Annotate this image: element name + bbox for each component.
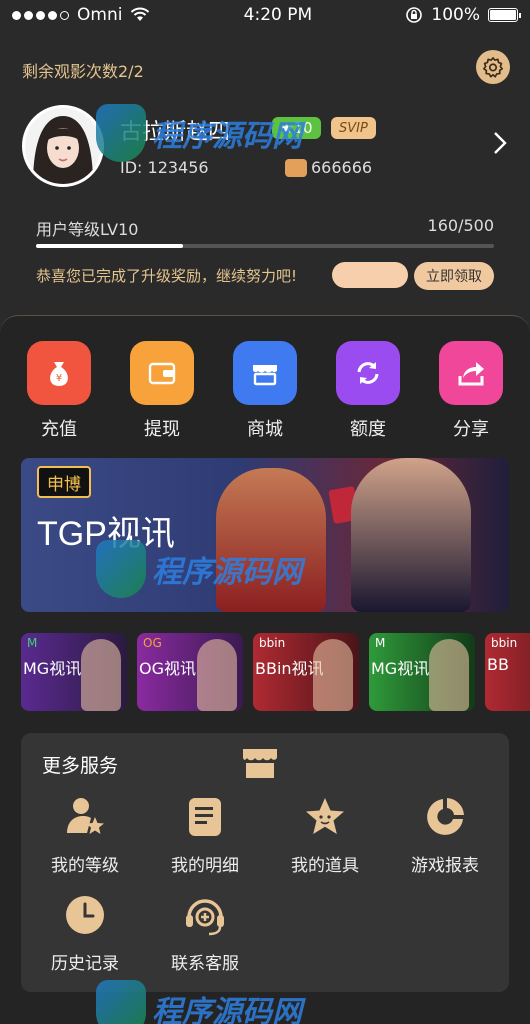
game-logo: M: [375, 636, 386, 650]
quick-action-withdraw[interactable]: 提现: [121, 341, 203, 441]
banner-figure: [216, 468, 326, 612]
carrier-label: Omni: [77, 5, 123, 25]
game-label: MG视讯: [371, 659, 430, 678]
status-time: 4:20 PM: [243, 5, 313, 25]
banner-tag: 申博: [37, 466, 91, 498]
promo-banner[interactable]: 申博 TGP视讯: [21, 458, 509, 612]
game-card-bbin[interactable]: bbin BBin视讯: [253, 633, 359, 711]
game-card-mg-2[interactable]: M MG视讯: [369, 633, 475, 711]
service-my-items[interactable]: 我的道具: [265, 795, 385, 876]
headset-icon: [186, 899, 224, 936]
refresh-icon: [336, 341, 400, 405]
rotation-lock-icon: [406, 7, 423, 23]
exp-value: 160/500: [427, 216, 494, 235]
wifi-icon: [131, 7, 150, 21]
quick-action-label: 分享: [453, 419, 489, 440]
quick-action-quota[interactable]: 额度: [327, 341, 409, 441]
pie-chart-icon: [427, 798, 464, 835]
service-label: 联系客服: [171, 954, 239, 974]
service-history[interactable]: 历史记录: [25, 893, 145, 974]
main-panel: ¥ 充值 提现 商城 额度 分享 申博 TGP视讯 M MG视讯 OG OG视讯…: [0, 315, 530, 1024]
shop-icon: [243, 749, 277, 778]
game-logo: M: [27, 636, 38, 650]
battery-icon: [488, 8, 521, 22]
exp-progress-fill: [36, 244, 183, 248]
services-title: 更多服务: [42, 755, 119, 777]
game-label: MG视讯: [23, 659, 82, 678]
service-label: 历史记录: [51, 954, 119, 974]
game-figure: [197, 639, 237, 711]
claim-button[interactable]: 立即领取: [414, 262, 494, 290]
reward-pill: [332, 262, 408, 288]
quick-action-share[interactable]: 分享: [430, 341, 512, 441]
game-label: BB: [487, 655, 509, 674]
status-bar: Omni 4:20 PM 100%: [0, 0, 530, 30]
document-icon: [189, 798, 221, 836]
invite-code: 666666: [285, 158, 372, 177]
game-logo: bbin: [491, 636, 518, 650]
money-bag-icon: ¥: [27, 341, 91, 405]
service-label: 我的道具: [291, 856, 359, 876]
banner-figure: [351, 458, 471, 612]
gear-icon: [483, 57, 503, 78]
service-my-details[interactable]: 我的明细: [145, 795, 265, 876]
user-star-icon: [67, 798, 104, 834]
service-game-report[interactable]: 游戏报表: [385, 795, 505, 876]
service-label: 游戏报表: [411, 856, 479, 876]
exp-label: 用户等级LV10: [36, 220, 139, 239]
quick-action-label: 充值: [41, 419, 77, 440]
game-figure: [429, 639, 469, 711]
profile-header: 剩余观影次数2/2 古拉斯赵四 ★10 SVIP ID: 123456 6666…: [0, 30, 530, 315]
game-figure: [81, 639, 121, 711]
exp-progress-bar: [36, 244, 494, 248]
service-my-level[interactable]: 我的等级: [25, 795, 145, 876]
settings-button[interactable]: [476, 50, 510, 84]
username: 古拉斯赵四: [120, 120, 231, 145]
quick-action-label: 商城: [247, 419, 283, 440]
service-contact-support[interactable]: 联系客服: [145, 893, 265, 974]
quick-action-recharge[interactable]: ¥ 充值: [18, 341, 100, 441]
invite-code-value: 666666: [311, 158, 373, 177]
star-icon: [306, 798, 344, 834]
more-services: 更多服务 我的等级 我的明细 我的道具 游戏报表 历史记录 联系客服: [21, 733, 509, 992]
game-logo: bbin: [259, 636, 286, 650]
banner-title: TGP视讯: [37, 515, 175, 553]
congrats-text: 恭喜您已完成了升级奖励，继续努力吧!: [36, 267, 298, 285]
game-card-mg[interactable]: M MG视讯: [21, 633, 127, 711]
invite-icon: [285, 158, 307, 177]
level-badge: ★10: [272, 117, 321, 139]
quick-action-store[interactable]: 商城: [224, 341, 306, 441]
svip-badge: SVIP: [331, 117, 376, 139]
battery-percent: 100%: [431, 5, 480, 25]
game-card-og[interactable]: OG OG视讯: [137, 633, 243, 711]
chevron-right-icon[interactable]: [492, 130, 508, 156]
quick-actions: ¥ 充值 提现 商城 额度 分享: [18, 341, 512, 441]
game-figure: [313, 639, 353, 711]
store-icon: [233, 341, 297, 405]
remaining-views: 剩余观影次数2/2: [22, 62, 144, 81]
game-providers: M MG视讯 OG OG视讯 bbin BBin视讯 M MG视讯 bbin B…: [21, 633, 530, 711]
game-logo: OG: [143, 636, 162, 650]
quick-action-label: 提现: [144, 419, 180, 440]
service-label: 我的明细: [171, 856, 239, 876]
clock-icon: [66, 896, 104, 934]
avatar[interactable]: [22, 105, 104, 187]
svg-text:¥: ¥: [56, 373, 62, 384]
game-card-bb[interactable]: bbin BB: [485, 633, 530, 711]
user-id: ID: 123456: [120, 158, 209, 177]
signal-icon: [12, 10, 69, 20]
share-icon: [439, 341, 503, 405]
game-label: OG视讯: [139, 659, 196, 678]
service-label: 我的等级: [51, 856, 119, 876]
quick-action-label: 额度: [350, 419, 386, 440]
wallet-icon: [130, 341, 194, 405]
